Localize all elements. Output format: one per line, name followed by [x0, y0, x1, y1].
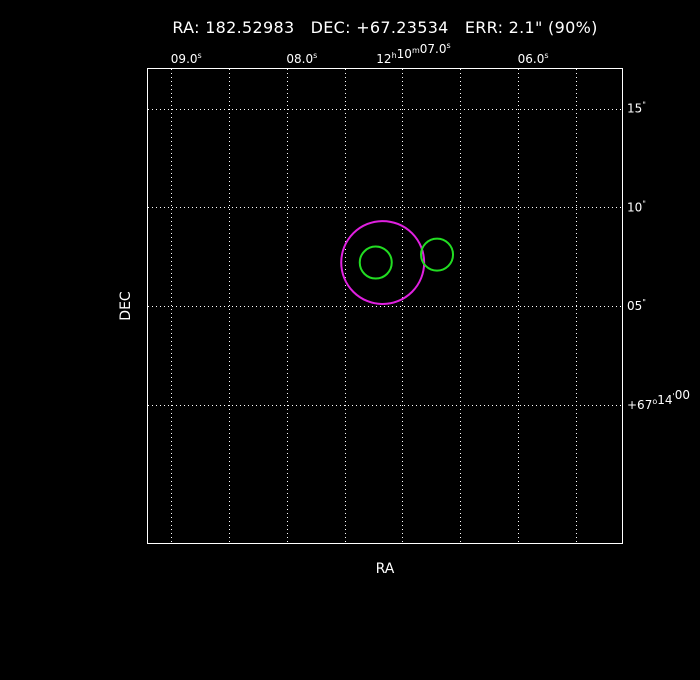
tick-label-layer: 09.0s 08.0s 12h10m07.0s 06.0s 15" 10" 05" +67o1…	[171, 41, 690, 412]
y-tick-label-2: 05"	[627, 298, 646, 313]
x-tick-label-2: 12h10m07.0s	[376, 41, 450, 66]
x-tick-label-3: 06.0s	[518, 51, 549, 66]
error-circle	[340, 220, 426, 306]
x-axis-title: RA	[376, 561, 395, 577]
grid-layer	[148, 69, 622, 543]
x-tick-label-1: 08.0s	[286, 51, 317, 66]
x-tick-label-0: 09.0s	[171, 51, 202, 66]
y-tick-label-0: 15"	[627, 101, 646, 116]
y-tick-label-3: +67o14'00	[627, 388, 690, 412]
source-marker-0	[358, 245, 393, 280]
mark-layer	[340, 220, 455, 306]
y-axis-title: DEC	[118, 291, 134, 321]
source-marker-1	[420, 237, 455, 272]
sky-plot: 09.0s 08.0s 12h10m07.0s 06.0s 15" 10" 05" +67o1…	[118, 41, 690, 577]
y-tick-label-1: 10"	[627, 199, 646, 214]
